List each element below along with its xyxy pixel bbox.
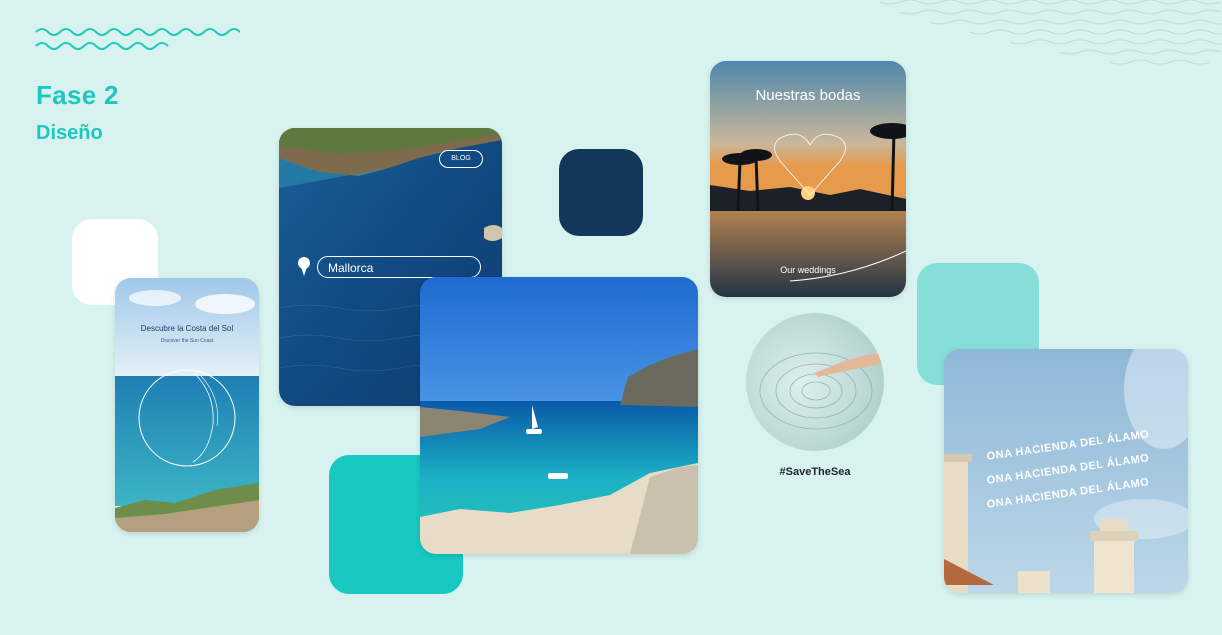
weddings-title: Nuestras bodas: [755, 87, 861, 104]
bay-image: [420, 277, 698, 554]
bay-sailboat-card[interactable]: [420, 277, 698, 554]
map-pin-icon: [298, 257, 310, 276]
phase-title: Fase 2: [36, 80, 119, 110]
weddings-card[interactable]: Nuestras bodas Our weddings: [710, 61, 906, 297]
wave-decoration: [35, 28, 240, 50]
coast-image: [115, 278, 259, 532]
costa-card-subtitle: Discover the Sun Coast: [160, 338, 214, 344]
wave-lines-decoration: [879, 0, 1222, 65]
costa-card-title: Descubre la Costa del Sol: [140, 324, 234, 333]
phase-subtitle: Diseño: [36, 122, 103, 144]
ona-hacienda-card[interactable]: ONA HACIENDA DEL ÁLAMO ONA HACIENDA DEL …: [944, 349, 1188, 593]
weddings-subtitle: Our weddings: [780, 265, 836, 275]
decorative-square-navy: [559, 149, 643, 236]
water-ripple-image: [746, 313, 884, 451]
save-the-sea-image[interactable]: [746, 313, 884, 451]
location-search-input[interactable]: Mallorca: [317, 256, 481, 278]
costa-del-sol-card[interactable]: Descubre la Costa del Sol Discover the S…: [115, 278, 259, 532]
blog-badge[interactable]: BLOG: [439, 150, 483, 168]
save-the-sea-hashtag: #SaveTheSea: [779, 466, 851, 478]
